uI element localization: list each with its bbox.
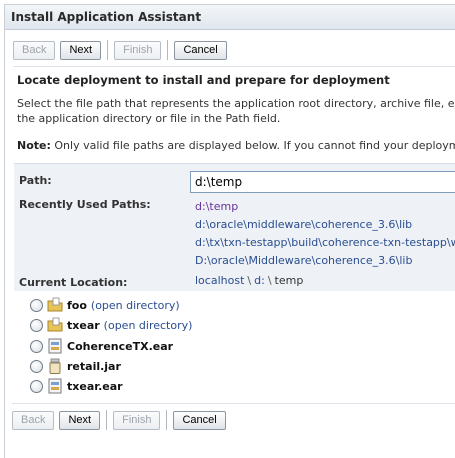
window-title: Install Application Assistant: [11, 10, 202, 24]
file-name: CoherenceTX.ear: [67, 339, 174, 353]
note-text: Only valid file paths are displayed belo…: [54, 139, 455, 152]
file-radio[interactable]: [30, 318, 43, 332]
path-label: Path:: [19, 174, 52, 187]
back-button[interactable]: Back: [13, 40, 56, 60]
button-divider: [167, 40, 169, 60]
button-divider: [106, 410, 108, 430]
breadcrumb-drive-link[interactable]: d:: [254, 274, 265, 287]
button-divider: [107, 40, 109, 60]
top-button-bar: Back Next Finish Cancel: [13, 40, 232, 60]
title-bar: Install Application Assistant: [5, 5, 455, 30]
breadcrumb-separator: \: [267, 274, 272, 287]
note-label: Note:: [17, 139, 51, 152]
open-directory-link[interactable]: (open directory): [104, 319, 193, 332]
file-radio[interactable]: [30, 359, 43, 373]
note: Note: Only valid file paths are displaye…: [17, 139, 455, 152]
path-input[interactable]: [190, 171, 455, 193]
file-row: retail.jar: [30, 357, 121, 375]
file-radio[interactable]: [30, 379, 43, 393]
divider: [13, 66, 455, 67]
recent-path-link[interactable]: D:\oracle\Middleware\coherence_3.6\lib: [195, 254, 412, 267]
description-line: Select the file path that represents the…: [17, 97, 455, 110]
file-name: txear: [67, 318, 100, 332]
ear-archive-icon: [48, 378, 62, 394]
file-name: foo: [67, 298, 87, 312]
folder-icon: [47, 317, 63, 332]
next-button[interactable]: Next: [59, 410, 101, 430]
cancel-button[interactable]: Cancel: [173, 410, 226, 430]
finish-button[interactable]: Finish: [113, 410, 161, 430]
recent-paths-label: Recently Used Paths:: [19, 198, 151, 211]
file-row: CoherenceTX.ear: [30, 337, 173, 355]
next-button[interactable]: Next: [60, 40, 102, 60]
finish-button[interactable]: Finish: [114, 40, 162, 60]
breadcrumb-separator: \: [247, 274, 252, 287]
bottom-button-bar: Back Next Finish Cancel: [12, 410, 231, 430]
file-name: txear.ear: [67, 379, 123, 393]
description-line: the application directory or file in the…: [17, 112, 281, 125]
recent-path-link[interactable]: d:\temp: [195, 200, 238, 213]
recent-path-link[interactable]: d:\oracle\middleware\coherence_3.6\lib: [195, 218, 412, 231]
current-location-label: Current Location:: [19, 276, 128, 289]
page-heading: Locate deployment to install and prepare…: [17, 73, 390, 87]
path-form: Path: Recently Used Paths: d:\temp d:\or…: [14, 163, 455, 291]
file-row: txear (open directory): [30, 316, 192, 334]
recent-path-link[interactable]: d:\tx\txn-testapp\build\coherence-txn-te…: [195, 236, 455, 249]
ear-archive-icon: [48, 338, 62, 354]
divider: [12, 403, 455, 404]
breadcrumb-current-folder: temp: [274, 274, 304, 287]
jar-archive-icon: [49, 358, 61, 374]
file-radio[interactable]: [30, 339, 43, 353]
file-row: foo (open directory): [30, 296, 180, 314]
cancel-button[interactable]: Cancel: [174, 40, 227, 60]
back-button[interactable]: Back: [12, 410, 55, 430]
file-radio[interactable]: [30, 298, 43, 312]
file-name: retail.jar: [67, 359, 121, 373]
location-breadcrumb: localhost \ d: \ temp: [195, 274, 303, 287]
file-row: txear.ear: [30, 377, 123, 395]
description: Select the file path that represents the…: [17, 96, 455, 126]
breadcrumb-host-link[interactable]: localhost: [195, 274, 244, 287]
folder-icon: [47, 297, 63, 312]
open-directory-link[interactable]: (open directory): [91, 299, 180, 312]
button-divider: [166, 410, 168, 430]
